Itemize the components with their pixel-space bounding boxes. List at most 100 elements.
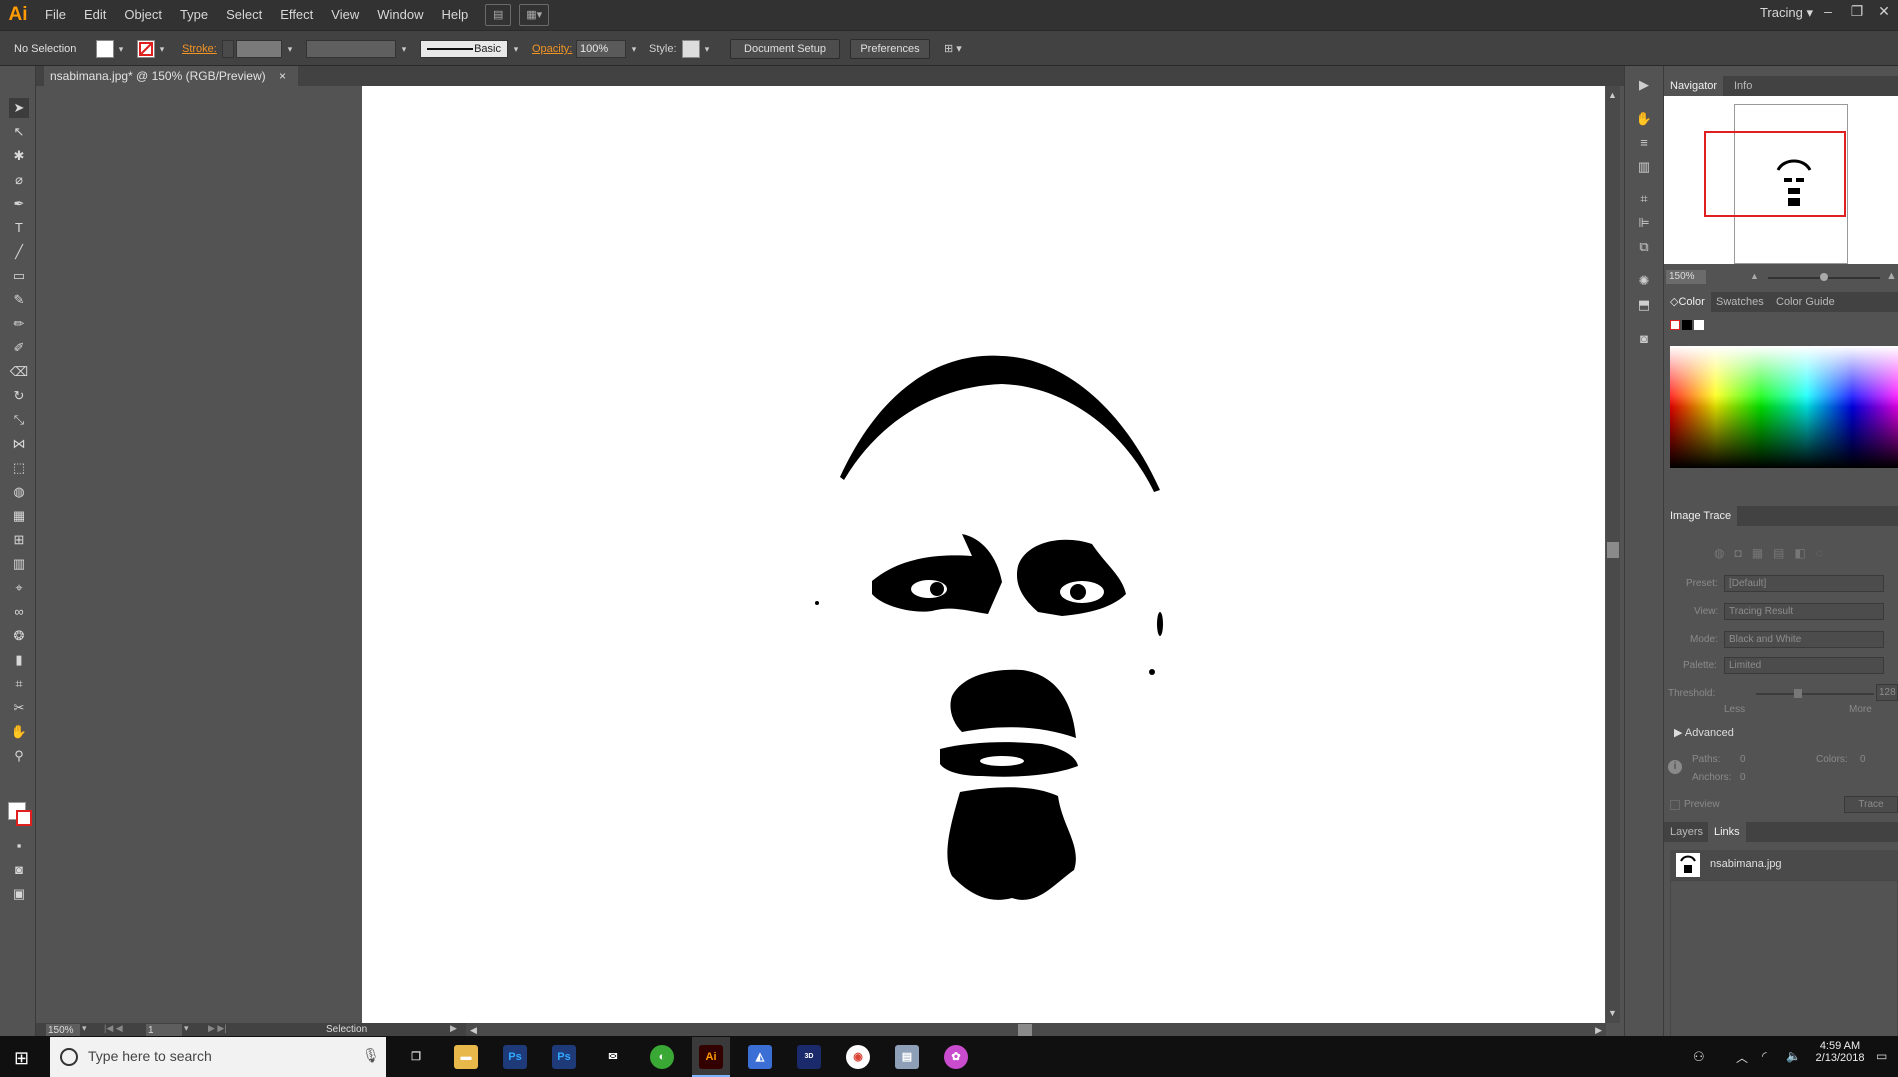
rectangle-tool-icon[interactable]: ▭ xyxy=(9,266,29,286)
next-artboard-icon[interactable]: ▶ ▶| xyxy=(208,1023,227,1034)
mail-icon[interactable]: ✉ xyxy=(601,1045,625,1069)
pathfinder-panel-icon[interactable]: ⧉ xyxy=(1635,238,1653,256)
file-explorer-icon[interactable]: ▬ xyxy=(454,1045,478,1069)
menu-select[interactable]: Select xyxy=(217,0,271,30)
align-panel-icon[interactable]: ⊫ xyxy=(1635,214,1653,232)
tab-swatches[interactable]: Swatches xyxy=(1710,292,1770,312)
document-tab[interactable]: nsabimana.jpg* @ 150% (RGB/Preview) × xyxy=(44,66,298,86)
pencil-tool-icon[interactable]: ✏ xyxy=(9,314,29,334)
width-tool-icon[interactable]: ⋈ xyxy=(9,434,29,454)
restore-icon[interactable]: ❐ xyxy=(1845,3,1869,21)
screen-mode-icon[interactable]: ▣ xyxy=(9,884,29,904)
play-actions-icon[interactable]: ▶ xyxy=(1635,76,1653,94)
stroke-stepper[interactable] xyxy=(222,40,234,58)
palette-dropdown[interactable]: Limited xyxy=(1724,657,1884,674)
vertical-scroll-thumb[interactable] xyxy=(1607,542,1619,558)
mode-dropdown[interactable]: Black and White xyxy=(1724,631,1884,648)
stroke-swatch[interactable] xyxy=(137,40,155,58)
task-view-icon[interactable]: ❐ xyxy=(404,1045,428,1069)
zoom-tool-icon[interactable]: ⚲ xyxy=(9,746,29,766)
scale-tool-icon[interactable]: ⤡ xyxy=(9,410,29,430)
blob-brush-tool-icon[interactable]: ✐ xyxy=(9,338,29,358)
eyedropper-tool-icon[interactable]: ⌖ xyxy=(9,578,29,598)
lasso-tool-icon[interactable]: ⌀ xyxy=(9,170,29,190)
app-gray-icon[interactable]: ▤ xyxy=(895,1045,919,1069)
microphone-icon[interactable]: 🎙 xyxy=(362,1047,380,1064)
document-setup-button[interactable]: Document Setup xyxy=(730,39,840,59)
symbol-sprayer-tool-icon[interactable]: ❂ xyxy=(9,626,29,646)
menu-type[interactable]: Type xyxy=(171,0,217,30)
app-color-wheel-icon[interactable]: ✿ xyxy=(944,1045,968,1069)
arrange-documents-icon[interactable]: ▦▾ xyxy=(519,4,550,26)
brush-dropdown-icon[interactable]: ▾ xyxy=(510,40,522,58)
zoom-out-icon[interactable]: ▲ xyxy=(1750,271,1759,281)
tab-navigator[interactable]: Navigator xyxy=(1664,76,1724,96)
windows-start-icon[interactable]: ⊞ xyxy=(14,1048,29,1069)
scroll-left-icon[interactable]: ◀ xyxy=(470,1025,477,1036)
type-tool-icon[interactable]: T xyxy=(9,218,29,238)
brushes-icon[interactable]: ✋ xyxy=(1635,110,1653,128)
link-row[interactable]: nsabimana.jpg xyxy=(1670,850,1898,880)
white-color-icon[interactable] xyxy=(1694,320,1704,330)
arrange-icon[interactable]: ⊞ ▾ xyxy=(944,39,962,59)
stroke-weight-field[interactable] xyxy=(236,40,282,58)
magic-wand-tool-icon[interactable]: ✱ xyxy=(9,146,29,166)
menu-effect[interactable]: Effect xyxy=(271,0,322,30)
zoom-in-icon[interactable]: ▲ xyxy=(1886,270,1897,282)
menu-object[interactable]: Object xyxy=(115,0,171,30)
preview-checkbox[interactable] xyxy=(1670,800,1680,810)
tab-links[interactable]: Links xyxy=(1708,822,1746,842)
bridge-icon[interactable]: ▤ xyxy=(485,4,512,26)
stroke-color-icon[interactable] xyxy=(16,810,32,826)
color-spectrum[interactable] xyxy=(1670,346,1898,468)
slice-tool-icon[interactable]: ✂ xyxy=(9,698,29,718)
none-color-icon[interactable] xyxy=(1670,320,1680,330)
status-menu-icon[interactable]: ▶ xyxy=(450,1023,457,1034)
pen-tool-icon[interactable]: ✒ xyxy=(9,194,29,214)
scroll-up-icon[interactable]: ▲ xyxy=(1608,90,1617,100)
paintbrush-tool-icon[interactable]: ✎ xyxy=(9,290,29,310)
app-green-icon[interactable]: ◐ xyxy=(650,1045,674,1069)
color-mode-icon[interactable]: ▪ xyxy=(9,836,29,856)
fill-swatch[interactable] xyxy=(96,40,114,58)
menu-window[interactable]: Window xyxy=(368,0,432,30)
trace-button[interactable]: Trace xyxy=(1844,796,1898,813)
eraser-tool-icon[interactable]: ⌫ xyxy=(9,362,29,382)
illustrator-icon[interactable]: Ai xyxy=(699,1045,723,1069)
fill-dropdown-icon[interactable]: ▾ xyxy=(115,40,127,58)
stroke-dropdown-icon[interactable]: ▾ xyxy=(156,40,168,58)
threshold-value[interactable]: 128 xyxy=(1876,684,1898,701)
tab-info[interactable]: Info xyxy=(1728,76,1758,96)
menu-view[interactable]: View xyxy=(322,0,368,30)
graphic-style-swatch[interactable] xyxy=(682,40,700,58)
view-dropdown[interactable]: Tracing Result xyxy=(1724,603,1884,620)
photoshop-icon[interactable]: Ps xyxy=(503,1045,527,1069)
appearance-panel-icon[interactable]: ✺ xyxy=(1635,272,1653,290)
chrome-icon[interactable]: ◉ xyxy=(846,1045,870,1069)
preset-dropdown[interactable]: [Default] xyxy=(1724,575,1884,592)
gradient-tool-icon[interactable]: ▥ xyxy=(9,554,29,574)
rotate-tool-icon[interactable]: ↻ xyxy=(9,386,29,406)
artboard-dropdown-icon[interactable]: ▾ xyxy=(184,1023,189,1034)
minimize-icon[interactable]: – xyxy=(1816,3,1840,21)
3dvia-icon[interactable]: 3D xyxy=(797,1045,821,1069)
drawing-mode-icon[interactable]: ◙ xyxy=(9,860,29,880)
black-color-icon[interactable] xyxy=(1682,320,1692,330)
close-icon[interactable]: ✕ xyxy=(1872,3,1896,21)
perspective-grid-tool-icon[interactable]: ▦ xyxy=(9,506,29,526)
volume-icon[interactable]: 🔈 xyxy=(1786,1049,1801,1063)
threshold-thumb[interactable] xyxy=(1794,689,1802,698)
workspace-switcher[interactable]: Tracing ▾ xyxy=(1760,5,1813,21)
brush-definition[interactable]: Basic xyxy=(420,40,508,58)
style-dropdown-icon[interactable]: ▾ xyxy=(701,40,713,58)
opacity-field[interactable]: 100% xyxy=(576,40,626,58)
direct-selection-tool-icon[interactable]: ↖ xyxy=(9,122,29,142)
navigator-view-box[interactable] xyxy=(1704,131,1846,217)
tab-color-guide[interactable]: Color Guide xyxy=(1770,292,1841,312)
artboard-tool-icon[interactable]: ⌗ xyxy=(9,674,29,694)
opacity-dropdown-icon[interactable]: ▾ xyxy=(628,40,640,58)
traced-portrait-artwork[interactable] xyxy=(362,86,1605,1023)
hand-tool-icon[interactable]: ✋ xyxy=(9,722,29,742)
zoom-dropdown-icon[interactable]: ▾ xyxy=(82,1023,87,1034)
gradient-panel-icon[interactable]: ▥ xyxy=(1635,158,1653,176)
